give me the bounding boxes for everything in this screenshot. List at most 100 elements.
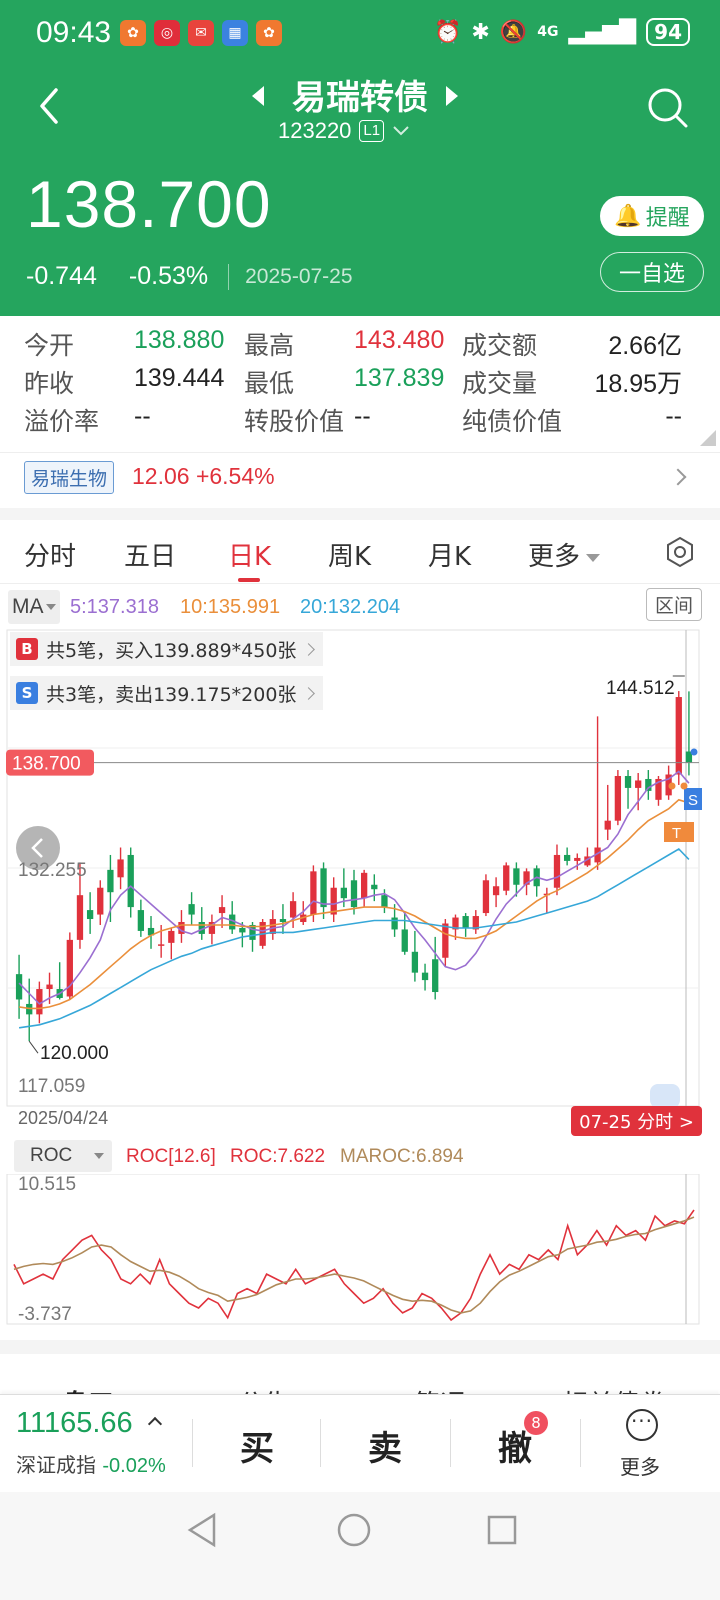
last-price: 138.700 bbox=[26, 167, 272, 241]
nav-back-icon[interactable] bbox=[186, 1512, 218, 1548]
app-notification-icon: ◎ bbox=[154, 20, 180, 46]
low-value: 137.839 bbox=[354, 364, 445, 392]
ma-legend: MA 5:137.318 10:135.991 20:132.204 区间 bbox=[0, 588, 720, 626]
security-code-line[interactable]: 123220 L1 bbox=[278, 118, 410, 144]
tab-daily-k[interactable]: 日K bbox=[228, 536, 271, 573]
max-price-label: 144.512 bbox=[606, 678, 675, 699]
more-dots-icon[interactable]: ··· bbox=[626, 1409, 658, 1441]
candle-body bbox=[513, 868, 520, 885]
settings-icon[interactable] bbox=[664, 536, 696, 568]
status-time: 09:43 bbox=[36, 16, 112, 49]
maroc-line bbox=[13, 1216, 695, 1314]
candle-body bbox=[391, 917, 398, 930]
amount-value: 2.66亿 bbox=[608, 332, 682, 360]
high-value: 143.480 bbox=[354, 326, 445, 354]
intraday-link-button[interactable]: 07-25 分时 > bbox=[571, 1106, 702, 1136]
bond-value-label: 纯债价值 bbox=[462, 407, 563, 436]
signal-icon: ▂▄▆█ bbox=[568, 19, 637, 45]
price-change-row: -0.744 -0.53% 2025-07-25 bbox=[26, 262, 353, 291]
sub-indicator-selector[interactable]: ROC bbox=[14, 1140, 112, 1172]
indicator-selector-label: MA bbox=[12, 595, 44, 618]
alarm-icon: ⏰ bbox=[433, 19, 462, 45]
y-axis-label: -3.737 bbox=[18, 1304, 72, 1325]
candle-body bbox=[46, 984, 53, 990]
amount-label: 成交额 bbox=[462, 331, 538, 360]
calendar-icon: ▦ bbox=[222, 20, 248, 46]
prev-close-value: 139.444 bbox=[134, 364, 225, 392]
sell-button[interactable]: 卖 bbox=[368, 1421, 402, 1470]
index-line[interactable]: 深证成指 -0.02% bbox=[16, 1449, 166, 1478]
open-label: 今开 bbox=[24, 331, 75, 360]
search-icon[interactable] bbox=[646, 86, 690, 130]
y-axis-label: 117.059 bbox=[18, 1076, 85, 1097]
price-change-pct: -0.53% bbox=[128, 262, 209, 290]
candle-body bbox=[361, 872, 368, 899]
system-navigation-bar bbox=[0, 1492, 720, 1600]
volume-label: 成交量 bbox=[462, 369, 538, 398]
chevron-down-icon bbox=[393, 126, 409, 136]
page-title: 易瑞转债 bbox=[292, 78, 428, 118]
bluetooth-icon: ✱ bbox=[471, 19, 490, 45]
divider bbox=[580, 1419, 581, 1467]
buy-trades-chip[interactable]: B 共5笔，买入139.889*450张 bbox=[10, 632, 324, 666]
trade-dot bbox=[690, 748, 698, 756]
security-code: 123220 bbox=[278, 118, 352, 143]
tab-intraday[interactable]: 分时 bbox=[24, 536, 76, 573]
battery-icon: 94 bbox=[646, 18, 690, 46]
tab-weekly-k[interactable]: 周K bbox=[328, 536, 371, 573]
candle-body bbox=[289, 901, 297, 918]
candle-body bbox=[553, 854, 561, 888]
range-button[interactable]: 区间 bbox=[645, 588, 702, 621]
divider bbox=[192, 1419, 193, 1467]
chevron-right-icon bbox=[302, 686, 316, 700]
chart-start-date: 2025/04/24 bbox=[18, 1108, 109, 1128]
quote-header: 09:43 ✿ ◎ ✉ ▦ ✿ ⏰ ✱ 🔕 4G ▂▄▆█ 94 易瑞转债 12… bbox=[0, 0, 720, 316]
tab-more[interactable]: 更多 bbox=[528, 536, 601, 573]
quote-date: 2025-07-25 bbox=[245, 264, 353, 288]
expand-quote-icon[interactable] bbox=[700, 430, 716, 446]
ma20-value: 20:132.204 bbox=[300, 596, 401, 618]
scroll-left-button bbox=[16, 826, 60, 870]
indicator-selector[interactable]: MA bbox=[8, 590, 60, 624]
nav-recents-icon[interactable] bbox=[486, 1514, 518, 1546]
watchlist-button[interactable]: 一自选 bbox=[600, 252, 704, 292]
candle-body bbox=[503, 865, 510, 891]
mute-icon: 🔕 bbox=[499, 19, 528, 45]
next-security-button[interactable] bbox=[446, 86, 458, 106]
chevron-up-icon[interactable] bbox=[147, 1416, 163, 1432]
more-button[interactable]: 更多 bbox=[620, 1451, 660, 1480]
prev-close-label: 昨收 bbox=[24, 369, 75, 398]
roc-line bbox=[13, 1209, 695, 1322]
roc-frame bbox=[6, 1174, 700, 1325]
chevron-right-icon bbox=[302, 642, 316, 656]
tab-monthly-k[interactable]: 月K bbox=[428, 536, 471, 573]
y-axis-label: 10.515 bbox=[18, 1174, 76, 1195]
candle-body bbox=[371, 884, 378, 890]
candle-body bbox=[482, 880, 490, 914]
buy-button[interactable]: 买 bbox=[240, 1421, 274, 1470]
nav-home-icon[interactable] bbox=[336, 1512, 372, 1548]
tab-five-day[interactable]: 五日 bbox=[124, 536, 176, 573]
notification-icons: ✿ ◎ ✉ ▦ ✿ bbox=[120, 20, 282, 46]
back-button[interactable] bbox=[36, 86, 66, 126]
roc-value: ROC:7.622 bbox=[230, 1146, 326, 1167]
price-alert-button[interactable]: 🔔 提醒 bbox=[600, 196, 704, 236]
level-badge: L1 bbox=[359, 120, 385, 142]
underlying-stock-name: 易瑞生物 bbox=[24, 461, 115, 494]
roc-chart[interactable]: 10.515 -3.737 bbox=[0, 1174, 720, 1326]
index-value[interactable]: 11165.66 bbox=[16, 1407, 133, 1440]
underlying-stock-row[interactable]: 易瑞生物 12.06 +6.54% bbox=[0, 452, 720, 508]
conversion-value: -- bbox=[354, 402, 371, 430]
conversion-value-label: 转股价值 bbox=[244, 407, 345, 436]
watchlist-label: 一自选 bbox=[618, 262, 685, 287]
min-price-label: 120.000 bbox=[40, 1043, 109, 1064]
ma10-value: 10:135.991 bbox=[180, 596, 281, 618]
sell-trades-chip[interactable]: S 共3笔，卖出139.175*200张 bbox=[10, 676, 324, 710]
cancel-count-badge: 8 bbox=[524, 1411, 548, 1435]
quote-grid: 今开 138.880 最高 143.480 成交额 2.66亿 昨收 139.4… bbox=[0, 322, 720, 440]
ma5-value: 5:137.318 bbox=[70, 596, 159, 618]
candle-body bbox=[137, 910, 145, 931]
candle-body bbox=[168, 930, 175, 943]
system-icons: ⏰ ✱ 🔕 4G ▂▄▆█ 94 bbox=[434, 18, 690, 46]
premium-label: 溢价率 bbox=[24, 407, 100, 436]
